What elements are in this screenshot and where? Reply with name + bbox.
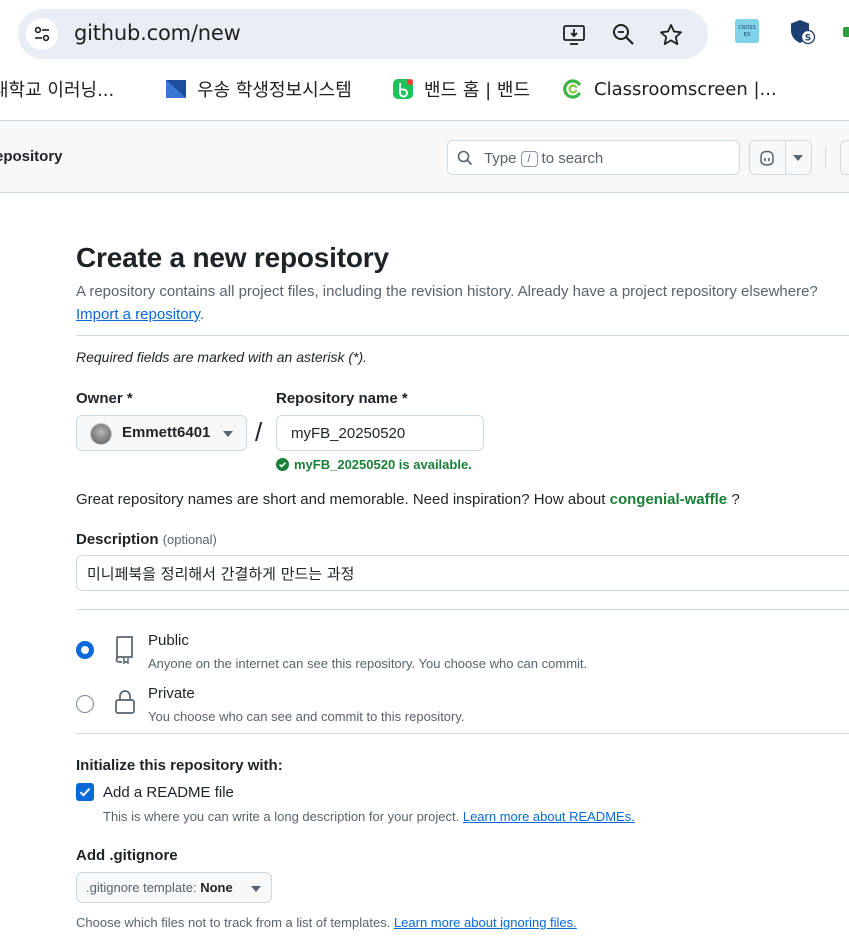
header-action-button[interactable] xyxy=(840,140,849,175)
page-title: Create a new repository xyxy=(76,242,389,273)
readme-description: This is where you can write a long descr… xyxy=(103,809,635,824)
bookmark-woosong[interactable]: 우송 학생정보시스템 xyxy=(165,75,352,103)
url-text[interactable]: github.com/new xyxy=(74,21,241,45)
woosong-icon xyxy=(166,80,186,98)
bookmark-label: 밴드 홈 | 밴드 xyxy=(424,80,531,101)
bookmark-label: Classroomscreen |... xyxy=(594,78,777,100)
optional-tag: (optional) xyxy=(162,532,217,547)
initialize-heading: Initialize this repository with: xyxy=(76,757,283,774)
search-placeholder-post: to search xyxy=(541,150,604,167)
gitignore-template-select[interactable]: .gitignore template: None xyxy=(76,872,272,903)
owner-label: Owner * xyxy=(76,390,133,407)
inspiration-text: Great repository names are short and mem… xyxy=(76,491,606,508)
divider xyxy=(76,609,849,610)
import-line: Import a repository. xyxy=(76,306,204,323)
availability-text: myFB_20250520 is available. xyxy=(294,457,472,472)
page-lead: A repository contains all project files,… xyxy=(76,283,818,300)
chevron-down-icon[interactable] xyxy=(793,155,803,161)
copilot-button[interactable] xyxy=(749,140,812,175)
suggested-name-button[interactable]: congenial-waffle xyxy=(610,491,728,508)
header-context-title: epository xyxy=(0,148,63,165)
availability-message: myFB_20250520 is available. xyxy=(276,457,472,472)
owner-repo-separator: / xyxy=(255,417,263,447)
readme-label[interactable]: Add a README file xyxy=(103,784,234,801)
inspiration-suffix: ? xyxy=(727,491,740,508)
gitignore-select-value: None xyxy=(200,880,233,895)
readme-checkbox[interactable] xyxy=(76,783,94,801)
search-input[interactable]: Type / to search xyxy=(447,140,740,175)
required-fields-note: Required fields are marked with an aster… xyxy=(76,349,368,365)
gitignore-heading: Add .gitignore xyxy=(76,847,178,864)
bookmark-university[interactable]: 대학교 이러닝... xyxy=(0,75,114,103)
bookmark-label: 대학교 이러닝... xyxy=(0,80,115,101)
bookmark-classroomscreen[interactable]: Classroomscreen |... xyxy=(562,75,777,103)
browser-chrome: github.com/new CROSS EX S 대학교 이러닝... 우송 … xyxy=(0,0,849,120)
green-extension-icon[interactable] xyxy=(842,18,849,46)
zoom-icon[interactable] xyxy=(611,22,637,48)
readme-description-text: This is where you can write a long descr… xyxy=(103,809,460,824)
owner-select[interactable]: Emmett6401 xyxy=(76,415,247,451)
cross-ex-icon[interactable]: CROSS EX xyxy=(734,18,762,46)
chevron-down-icon xyxy=(251,886,261,892)
readmes-learn-more-link[interactable]: Learn more about READMEs. xyxy=(463,809,635,824)
inspiration-line: Great repository names are short and mem… xyxy=(76,491,740,508)
private-radio[interactable] xyxy=(76,695,94,713)
import-repository-link[interactable]: Import a repository xyxy=(76,306,200,323)
header-separator xyxy=(825,147,826,169)
description-label-text: Description xyxy=(76,531,159,548)
gitignore-description: Choose which files not to track from a l… xyxy=(76,915,577,930)
site-info-button[interactable] xyxy=(26,18,58,50)
description-input[interactable] xyxy=(76,555,849,591)
check-circle-icon xyxy=(276,458,289,471)
repo-icon xyxy=(115,636,133,664)
shield-s-icon[interactable]: S xyxy=(788,18,816,46)
avatar xyxy=(90,423,112,445)
gitignore-description-text: Choose which files not to track from a l… xyxy=(76,915,391,930)
public-radio[interactable] xyxy=(76,641,94,659)
tune-icon xyxy=(34,26,50,42)
private-description: You choose who can see and commit to thi… xyxy=(148,709,465,724)
import-suffix: . xyxy=(199,306,205,323)
repository-name-input[interactable] xyxy=(276,415,484,451)
private-title: Private xyxy=(148,685,195,702)
github-header: epository Type / to search xyxy=(0,120,849,193)
search-icon xyxy=(457,150,473,166)
bookmark-star-icon[interactable] xyxy=(658,22,684,48)
owner-name: Emmett6401 xyxy=(122,424,211,441)
lock-icon xyxy=(115,690,135,714)
classroomscreen-icon xyxy=(563,79,581,99)
svg-text:S: S xyxy=(805,34,811,44)
divider xyxy=(76,733,849,734)
repository-name-label: Repository name * xyxy=(276,390,408,407)
ignoring-files-learn-more-link[interactable]: Learn more about ignoring files. xyxy=(394,915,577,930)
copilot-icon xyxy=(760,150,774,166)
install-app-icon[interactable] xyxy=(562,22,588,48)
address-bar[interactable]: github.com/new xyxy=(18,9,708,59)
svg-text:CROSS: CROSS xyxy=(738,25,755,31)
search-shortcut-key: / xyxy=(520,150,538,167)
button-divider xyxy=(785,141,786,174)
gitignore-select-label: .gitignore template: xyxy=(86,880,197,895)
public-description: Anyone on the internet can see this repo… xyxy=(148,656,588,671)
band-icon xyxy=(393,79,413,99)
public-title: Public xyxy=(148,632,189,649)
svg-text:EX: EX xyxy=(744,32,751,38)
description-label: Description (optional) xyxy=(76,531,217,548)
bookmarks-bar: 대학교 이러닝... 우송 학생정보시스템 밴드 홈 | 밴드 Classroo… xyxy=(0,70,849,110)
search-placeholder: Type / to search xyxy=(484,150,603,167)
bookmark-band[interactable]: 밴드 홈 | 밴드 xyxy=(392,75,530,103)
chevron-down-icon xyxy=(223,431,233,437)
divider xyxy=(76,335,849,336)
checkmark-icon xyxy=(79,788,91,797)
search-placeholder-pre: Type xyxy=(484,150,517,167)
bookmark-label: 우송 학생정보시스템 xyxy=(197,80,352,101)
